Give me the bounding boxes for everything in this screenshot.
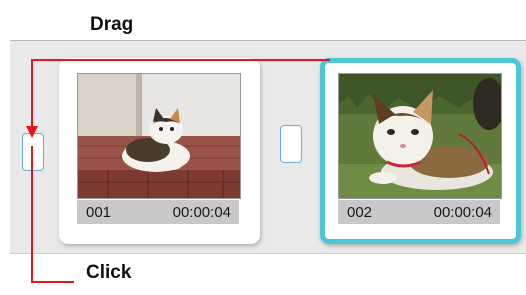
clip-card-001[interactable]: 001 00:00:04: [59, 58, 260, 244]
clip-info-bar-002: 002 00:00:04: [338, 200, 500, 224]
clip-number: 001: [86, 203, 112, 221]
clip-thumbnail-001: [77, 73, 241, 199]
clip-info-bar-001: 001 00:00:04: [77, 200, 239, 224]
clip-duration: 00:00:04: [172, 203, 231, 221]
insert-slot-before-clip-1[interactable]: [22, 133, 44, 171]
clip-duration: 00:00:04: [433, 203, 492, 221]
cat-on-grass-image: [339, 74, 501, 198]
clip-number: 002: [347, 203, 373, 221]
drag-annotation-label: Drag: [90, 14, 134, 35]
insert-slot-between-clips[interactable]: [280, 125, 302, 163]
storyboard-timeline: 001 00:00:04 002 00:00:04: [10, 40, 526, 254]
clip-card-002[interactable]: 002 00:00:04: [320, 58, 521, 244]
click-annotation-label: Click: [86, 262, 132, 283]
cat-on-steps-image: [78, 74, 240, 198]
clip-thumbnail-002: [338, 73, 502, 199]
